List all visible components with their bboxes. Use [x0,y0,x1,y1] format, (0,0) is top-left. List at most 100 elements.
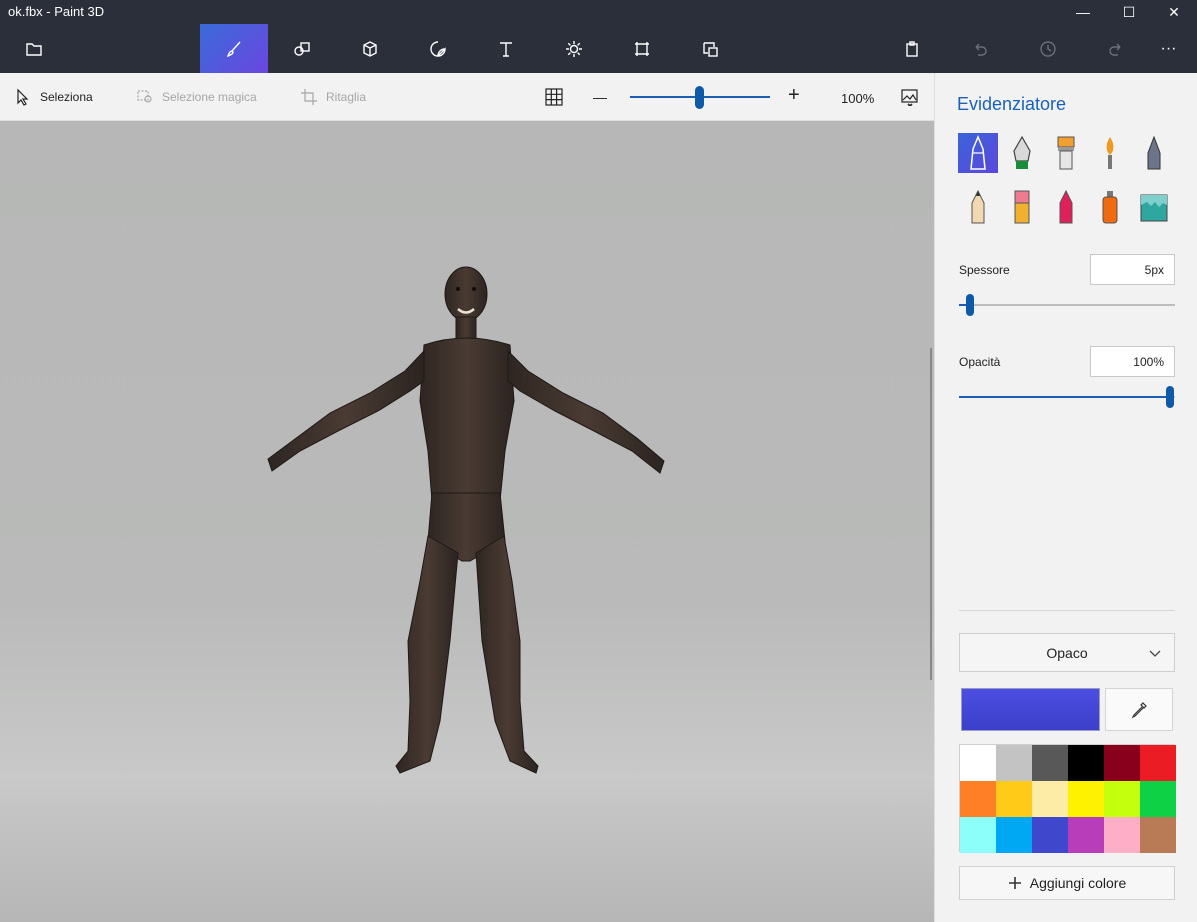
3d-humanoid-model[interactable] [0,121,934,922]
text-tab[interactable] [472,24,540,73]
more-button[interactable]: ··· [1140,24,1197,73]
title-bar: ok.fbx - Paint 3D — ☐ ✕ [0,0,1197,24]
window-title: ok.fbx - Paint 3D [8,4,105,19]
paste-button[interactable] [878,24,946,73]
select-button[interactable]: Seleziona [14,87,93,107]
finish-dropdown[interactable]: Opaco [959,633,1175,672]
2d-shapes-tab[interactable] [268,24,336,73]
history-button[interactable] [1014,24,1082,73]
drawing-canvas[interactable] [0,121,934,922]
cube-icon [363,40,377,57]
calligraphy-pen-icon [1013,135,1031,169]
spray-can-brush[interactable] [1090,187,1130,227]
color-swatch[interactable] [960,745,996,781]
opacity-slider-thumb[interactable] [1166,386,1174,408]
color-swatch[interactable] [1140,745,1176,781]
marker-brush[interactable] [958,133,998,173]
color-swatch[interactable] [996,745,1032,781]
color-swatch[interactable] [960,781,996,817]
calligraphy-pen-brush[interactable] [1002,133,1042,173]
magic-select-button[interactable]: Selezione magica [136,87,257,107]
vertical-scrollbar[interactable] [930,348,932,680]
zoom-value: 100% [841,91,875,106]
paint3d-window: ok.fbx - Paint 3D — ☐ ✕ ··· Seleziona Se… [0,0,1197,922]
grid-toggle[interactable] [545,87,563,107]
color-swatch[interactable] [1032,745,1068,781]
effects-tab[interactable] [540,24,608,73]
stickers-tab[interactable] [404,24,472,73]
color-swatch[interactable] [1032,781,1068,817]
color-swatch[interactable] [1032,817,1068,853]
3d-shapes-tab[interactable] [336,24,404,73]
add-color-label: Aggiungi colore [1029,875,1127,891]
color-swatch[interactable] [1068,817,1104,853]
watercolor-icon [1106,137,1114,169]
panel-title: Evidenziatore [957,94,1067,114]
panel-divider [959,610,1175,611]
color-swatch[interactable] [1068,781,1104,817]
crop-icon [301,89,317,105]
eyedropper-button[interactable] [1105,688,1173,731]
canvas-tab[interactable] [608,24,676,73]
crayon-brush[interactable] [1046,187,1086,227]
brushes-tab[interactable] [200,24,268,73]
pixel-pen-icon [1147,135,1161,170]
opacity-input[interactable]: 100% [1090,346,1175,377]
select-label: Seleziona [40,90,93,104]
color-swatch[interactable] [1140,817,1176,853]
color-palette [959,744,1176,853]
thickness-slider-thumb[interactable] [966,294,974,316]
brush-icon [226,41,241,57]
color-swatch[interactable] [1140,781,1176,817]
oil-brush[interactable] [1046,133,1086,173]
cursor-icon [17,88,29,106]
redo-icon [1109,43,1121,56]
shapes-2d-icon [294,41,310,56]
minimize-button[interactable]: — [1060,0,1106,24]
finish-value: Opaco [1046,644,1088,661]
spray-can-icon [1102,191,1118,224]
thickness-slider-track[interactable] [959,304,1175,306]
eraser-brush[interactable] [1002,187,1042,227]
fill-brush[interactable] [1134,187,1174,227]
marker-icon [970,135,986,170]
zoom-in-button[interactable]: + [788,84,800,106]
crop-button[interactable]: Ritaglia [300,87,366,107]
main-toolbar: ··· [0,24,1197,73]
text-icon [500,41,512,57]
pencil-brush[interactable] [958,187,998,227]
thickness-input[interactable]: 5px [1090,254,1175,285]
undo-button[interactable] [946,24,1014,73]
close-button[interactable]: ✕ [1151,0,1197,24]
library-icon [703,41,718,57]
crop-label: Ritaglia [326,90,367,104]
color-swatch[interactable] [996,781,1032,817]
color-swatch[interactable] [960,817,996,853]
color-swatch[interactable] [996,817,1032,853]
add-color-button[interactable]: Aggiungi colore [959,866,1175,900]
color-swatch[interactable] [1104,817,1140,853]
menu-button[interactable] [0,24,68,73]
clipboard-icon [906,40,918,57]
eraser-icon [1014,190,1030,224]
zoom-out-button[interactable]: — [593,87,607,107]
color-swatch[interactable] [1068,745,1104,781]
image-icon [901,89,918,106]
color-swatch[interactable] [1104,745,1140,781]
sticker-icon [430,40,446,57]
view-image-button[interactable] [901,87,919,107]
eyedropper-icon [1131,701,1147,718]
magic-select-label: Selezione magica [162,90,257,104]
zoom-slider-thumb[interactable] [695,86,704,109]
history-icon [1040,40,1056,57]
color-swatch[interactable] [1104,781,1140,817]
chevron-down-icon [1149,650,1161,657]
maximize-button[interactable]: ☐ [1106,0,1152,24]
brush-panel: Evidenziatore Spessore 5px Opacità 100% … [934,73,1197,922]
watercolor-brush[interactable] [1090,133,1130,173]
opacity-slider-fill [959,396,1171,398]
pixel-pen-brush[interactable] [1134,133,1174,173]
current-color-swatch[interactable] [961,688,1100,731]
3d-library-tab[interactable] [676,24,744,73]
undo-icon [975,43,987,56]
